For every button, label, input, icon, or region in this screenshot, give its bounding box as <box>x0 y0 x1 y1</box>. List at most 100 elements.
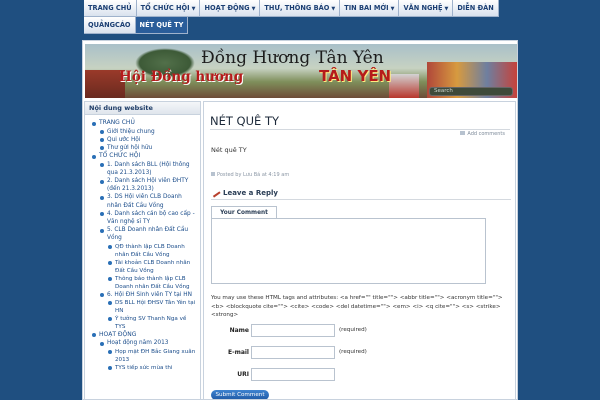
banner-stage-image <box>389 74 419 98</box>
search-input[interactable]: Search <box>429 87 513 96</box>
uri-label: URI <box>237 371 249 378</box>
sidebar-item[interactable]: HOẠT ĐỘNG <box>91 331 198 340</box>
chevron-down-icon: ▼ <box>251 6 256 12</box>
nav-item-tin-bai-moi[interactable]: TIN BAI MỚI ▼ <box>340 0 400 17</box>
post-meta: Posted by Lưu Bá at 4:19 am <box>211 172 289 178</box>
nav-item-to-chuc-hoi[interactable]: TỔ CHỨC HỘI ▼ <box>136 0 201 17</box>
email-required-note: (required) <box>339 349 367 355</box>
sidebar-item[interactable]: DS BLL Hội ĐHSV Tân Yên tại HN <box>91 299 198 315</box>
chevron-down-icon: ▼ <box>390 6 395 12</box>
header-banner: Đồng Hương Tân Yên Hội Đồng hương TÂN YÊ… <box>85 44 517 98</box>
sidebar-item-label: DS BLL Hội ĐHSV Tân Yên tại HN <box>115 299 196 314</box>
nav-item-van-nghe[interactable]: VĂN NGHỆ ▼ <box>399 0 454 17</box>
bullet-icon <box>108 301 112 306</box>
sidebar-item[interactable]: Qui ước Hội <box>91 136 198 144</box>
post-body: Nét quê TY <box>211 146 247 154</box>
email-label: E-mail <box>227 349 249 356</box>
divider <box>210 129 510 130</box>
nav-label: HOẠT ĐỘNG <box>204 4 250 12</box>
name-field[interactable] <box>251 324 335 337</box>
sidebar-item-label: TYS tiếp sức mùa thi <box>115 364 173 371</box>
bullet-icon <box>108 261 112 266</box>
sidebar-item-label: Ý tưởng SV Thanh Nga về TYS <box>115 315 187 330</box>
sidebar-item-label: Qui ước Hội <box>107 136 141 143</box>
sidebar-item[interactable]: Thư gửi hội hữu <box>91 144 198 152</box>
nav-item-thu-thong-bao[interactable]: THƯ, THÔNG BÁO ▼ <box>260 0 341 17</box>
add-comments-label: Add comments <box>467 131 505 137</box>
sidebar-item[interactable]: QĐ thành lập CLB Doanh nhân Đất Cầu Vồng <box>91 243 198 259</box>
sidebar-item[interactable]: Giới thiệu chung <box>91 128 198 136</box>
sidebar-item[interactable]: 3. DS Hội viên CLB Doanh nhân Đất Cầu Vồ… <box>91 193 198 209</box>
bullet-icon <box>92 121 96 126</box>
sidebar-item-label: HOẠT ĐỘNG <box>99 330 137 338</box>
sidebar-item-label: TỔ CHỨC HỘI <box>99 152 141 160</box>
sidebar-item[interactable]: Thông báo thành lập CLB Doanh nhân Đất C… <box>91 275 198 291</box>
nav-label: QUẢNGCÁO <box>88 21 131 29</box>
bullet-icon <box>108 317 112 322</box>
email-field[interactable] <box>251 346 335 359</box>
sidebar-item-label: 2. Danh sách Hội viên ĐHTY (đến 21.3.201… <box>107 178 189 193</box>
sidebar-item[interactable]: Tài khoản CLB Doanh nhân Đất Cầu Vồng <box>91 259 198 275</box>
bullet-icon <box>92 333 96 338</box>
bullet-icon <box>108 350 112 355</box>
nav-item-trang-chu[interactable]: TRANG CHỦ <box>84 0 137 17</box>
sidebar-item-label: 1. Danh sách BLL (Hội thông qua 21.3.201… <box>107 161 190 176</box>
sidebar-item[interactable]: Hoạt động năm 2013 <box>91 339 198 347</box>
sidebar-item-label: QĐ thành lập CLB Doanh nhân Đất Cầu Vồng <box>115 243 185 258</box>
sidebar-item-label: Hoạt động năm 2013 <box>107 340 169 347</box>
bullet-icon <box>100 163 104 168</box>
nav-label: VĂN NGHỆ <box>403 4 443 12</box>
bullet-icon <box>100 146 104 151</box>
nav-item-dien-dan[interactable]: DIỄN ĐÀN <box>453 0 499 17</box>
sidebar-item[interactable]: Ý tưởng SV Thanh Nga về TYS <box>91 315 198 331</box>
sidebar-item-label: Họp mặt ĐH Bắc Giang xuân 2013 <box>115 348 196 363</box>
sidebar-item-label: 6. Hội ĐH Sinh viên TY tại HN <box>107 291 192 298</box>
nav-item-net-que-ty[interactable]: NÉT QUÊ TY <box>135 17 189 34</box>
bullet-icon <box>100 228 104 233</box>
top-navigation: TRANG CHỦ TỔ CHỨC HỘI ▼ HOẠT ĐỘNG ▼ THƯ, T… <box>84 0 516 34</box>
sidebar-item[interactable]: 1. Danh sách BLL (Hội thông qua 21.3.201… <box>91 161 198 177</box>
site-subtitle: Hội Đồng hương <box>119 69 244 85</box>
sidebar-item[interactable]: TYS tiếp sức mùa thi <box>91 364 198 372</box>
sidebar-item-label: 3. DS Hội viên CLB Doanh nhân Đất Cầu Vồ… <box>107 194 182 209</box>
uri-field-row: URI <box>211 368 511 381</box>
name-label: Name <box>229 327 249 334</box>
comment-icon <box>460 131 466 135</box>
user-icon <box>211 172 215 176</box>
site-subtitle-emphasis: TÂN YÊN <box>319 67 392 85</box>
post-meta-text: Posted by Lưu Bá at 4:19 am <box>217 172 290 178</box>
bullet-icon <box>100 293 104 298</box>
comment-textarea[interactable] <box>211 218 486 284</box>
allowed-tags-note: You may use these HTML tags and attribut… <box>211 295 503 318</box>
sidebar-item-label: Thư gửi hội hữu <box>107 144 153 151</box>
nav-label: TRANG CHỦ <box>88 4 132 12</box>
sidebar: Nội dung website TRANG CHỦ Giới thiệu ch… <box>84 101 201 400</box>
submit-comment-button[interactable]: Submit Comment <box>211 390 269 399</box>
nav-label: DIỄN ĐÀN <box>457 4 494 12</box>
sidebar-item[interactable]: TRANG CHỦ <box>91 119 198 128</box>
add-comments-link[interactable]: Add comments <box>460 131 505 137</box>
bullet-icon <box>100 179 104 184</box>
sidebar-item[interactable]: 6. Hội ĐH Sinh viên TY tại HN <box>91 291 198 299</box>
chevron-down-icon: ▼ <box>444 6 449 12</box>
uri-field[interactable] <box>251 368 335 381</box>
leave-reply-heading: Leave a Reply <box>209 186 511 200</box>
nav-label: THƯ, THÔNG BÁO <box>264 4 330 12</box>
bullet-icon <box>100 212 104 217</box>
sidebar-item[interactable]: 2. Danh sách Hội viên ĐHTY (đến 21.3.201… <box>91 177 198 193</box>
bullet-icon <box>100 130 104 134</box>
sidebar-item[interactable]: 5. CLB Doanh nhân Đất Cầu Vồng <box>91 226 198 242</box>
sidebar-item[interactable]: Họp mặt ĐH Bắc Giang xuân 2013 <box>91 348 198 364</box>
main-content: NÉT QUÊ TY Add comments Nét quê TY Poste… <box>203 101 516 400</box>
nav-label: TIN BAI MỚI <box>344 4 389 12</box>
bullet-icon <box>92 154 96 159</box>
bullet-icon <box>108 245 112 250</box>
sidebar-item[interactable]: 4. Danh sách cán bộ cao cấp - Văn nghệ s… <box>91 210 198 226</box>
nav-item-hoat-dong[interactable]: HOẠT ĐỘNG ▼ <box>200 0 261 17</box>
nav-item-quang-cao[interactable]: QUẢNGCÁO <box>84 17 136 34</box>
leave-reply-label: Leave a Reply <box>223 189 278 197</box>
email-field-row: E-mail (required) <box>211 346 511 359</box>
sidebar-item[interactable]: TỔ CHỨC HỘI <box>91 152 198 161</box>
post-title[interactable]: NÉT QUÊ TY <box>210 114 279 128</box>
chevron-down-icon: ▼ <box>331 6 336 12</box>
